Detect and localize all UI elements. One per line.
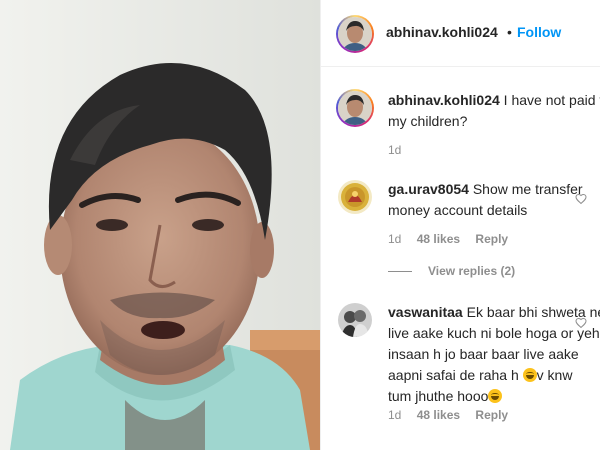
- comment-likes[interactable]: 48 likes: [417, 232, 460, 246]
- comment-text: vaswanitaa Ek baar bhi shweta ne live aa…: [388, 302, 600, 407]
- follow-button[interactable]: Follow: [517, 24, 561, 40]
- comment-meta: 1d 48 likes Reply: [388, 408, 520, 422]
- author-avatar[interactable]: [336, 15, 374, 53]
- comment-avatar[interactable]: [338, 303, 372, 337]
- laughing-emoji-icon: [488, 389, 503, 403]
- comment-meta: 1d 48 likes Reply: [388, 232, 520, 246]
- view-replies-label: View replies (2): [428, 264, 516, 278]
- caption-avatar-icon: [338, 91, 372, 125]
- comment-line-2: live aake kuch ni bole hoga or yeh: [388, 325, 600, 341]
- laughing-emoji-icon: [522, 368, 537, 382]
- comment-line-2: money account details: [388, 202, 528, 218]
- ganesha-avatar-icon: [338, 180, 372, 214]
- caption-username[interactable]: abhinav.kohli024: [388, 92, 500, 108]
- view-replies-button[interactable]: View replies (2): [388, 264, 515, 278]
- reply-button[interactable]: Reply: [475, 408, 508, 422]
- couple-avatar-icon: [338, 303, 372, 337]
- comment-time: 1d: [388, 408, 402, 422]
- caption-line-2: my children?: [388, 113, 468, 129]
- comment-text: ga.urav8054 Show me transfer money accou…: [388, 179, 600, 221]
- comment-avatar[interactable]: [338, 180, 372, 214]
- caption-meta: 1d: [388, 143, 413, 157]
- caption-line-1: I have not paid fo: [503, 92, 600, 108]
- view-replies-line: [388, 271, 412, 273]
- comment-line-5: tum jhuthe hooo: [388, 388, 489, 404]
- comment-username[interactable]: vaswanitaa: [388, 304, 463, 320]
- comments-panel: abhinav.kohli024 • Follow abhinav.kohli0…: [320, 0, 600, 450]
- comment-time: 1d: [388, 232, 402, 246]
- post-media[interactable]: [0, 0, 320, 450]
- comments-list: abhinav.kohli024 I have not paid fo my c…: [321, 67, 600, 450]
- caption-time: 1d: [388, 143, 402, 157]
- author-avatar-icon: [338, 17, 372, 51]
- comment-line-4b: v knw: [536, 367, 573, 383]
- comment-line-4a: aapni safai de raha h: [388, 367, 523, 383]
- caption-avatar[interactable]: [336, 89, 374, 127]
- comment-line-3: insaan h jo baar baar live aake: [388, 346, 579, 362]
- header-separator: •: [507, 24, 512, 40]
- comment-username[interactable]: ga.urav8054: [388, 181, 469, 197]
- comment-likes[interactable]: 48 likes: [417, 408, 460, 422]
- caption-text: abhinav.kohli024 I have not paid fo my c…: [388, 90, 600, 132]
- author-username[interactable]: abhinav.kohli024: [386, 24, 498, 40]
- comment-line-1: Show me transfer: [472, 181, 583, 197]
- reply-button[interactable]: Reply: [475, 232, 508, 246]
- heart-outline-icon[interactable]: [575, 317, 587, 329]
- post-header: abhinav.kohli024 • Follow: [321, 0, 600, 67]
- heart-outline-icon[interactable]: [575, 193, 587, 205]
- video-frame-image: [0, 0, 320, 450]
